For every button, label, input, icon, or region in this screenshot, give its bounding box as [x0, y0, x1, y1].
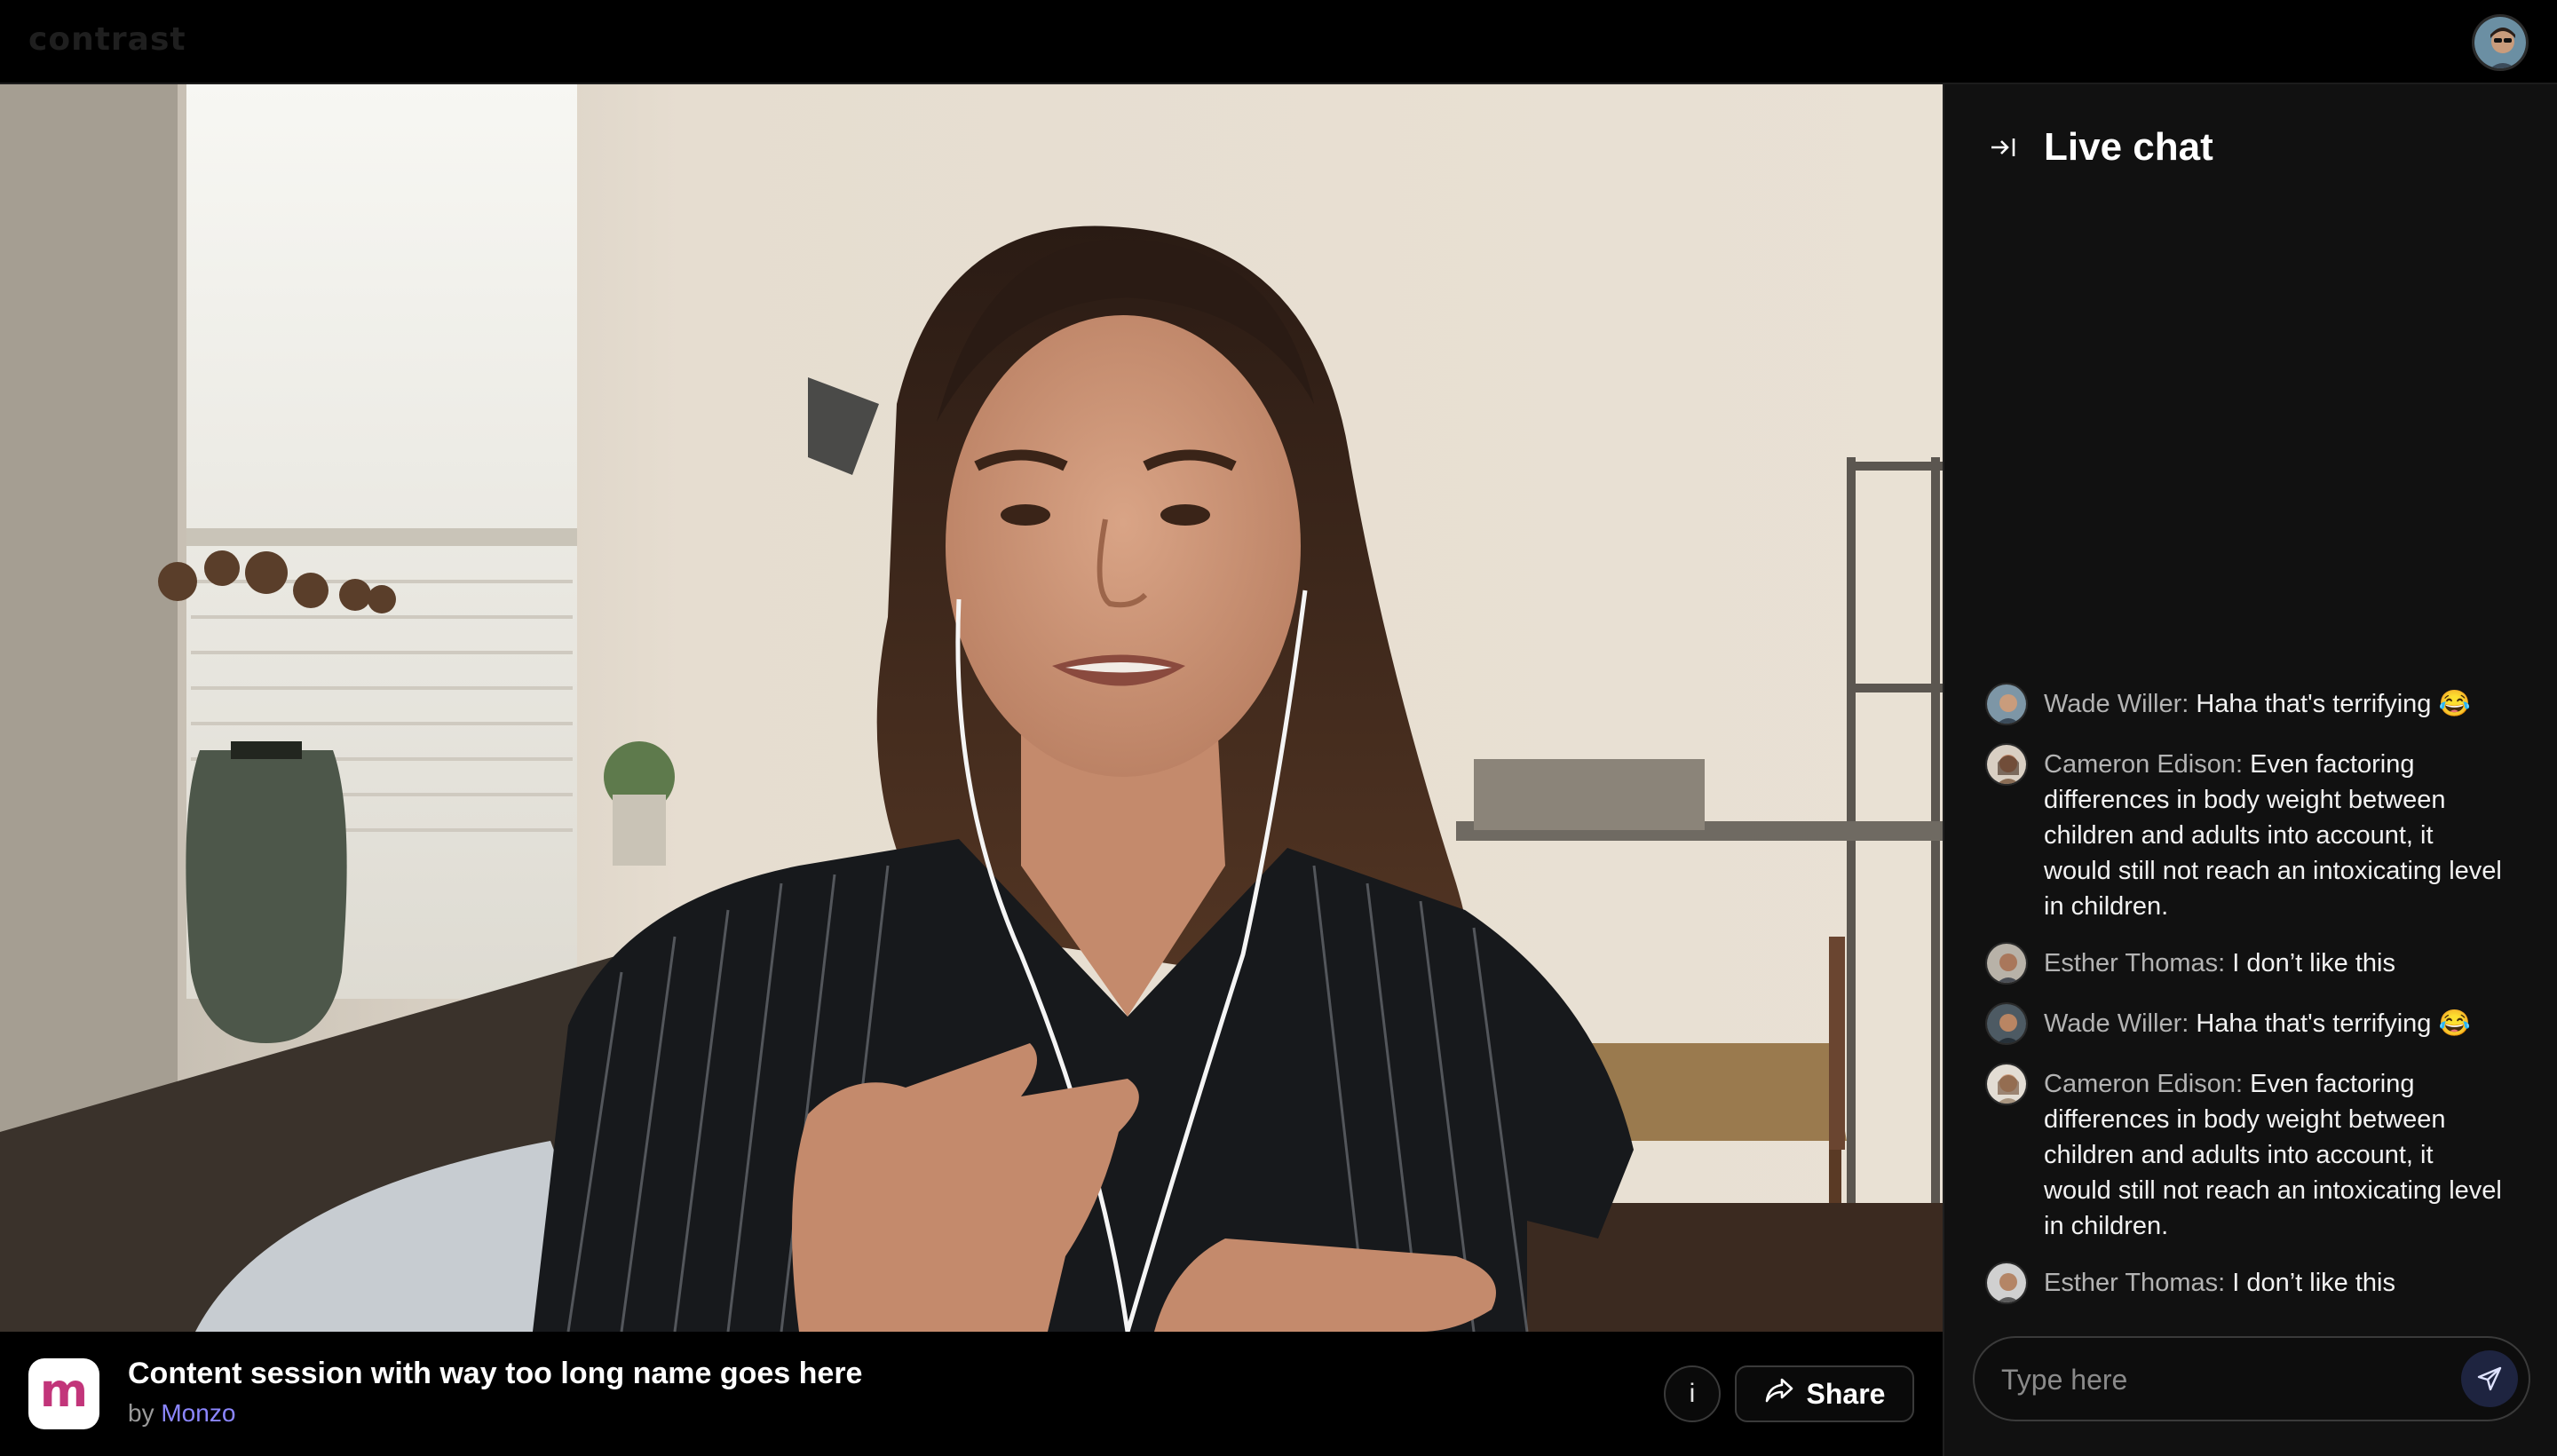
message-text: I don’t like this — [2232, 1269, 2395, 1297]
chat-composer — [1973, 1336, 2530, 1421]
message-author: Cameron Edison: — [2044, 1070, 2244, 1098]
chat-title: Live chat — [2044, 125, 2213, 169]
session-title: Content session with way too long name g… — [128, 1357, 863, 1390]
message-avatar — [1985, 743, 2028, 786]
message-author: Wade Willer: — [2044, 1009, 2189, 1038]
chat-message: Cameron Edison: Even factoring differenc… — [1985, 1063, 2518, 1244]
message-avatar — [1985, 1063, 2028, 1105]
message-author: Wade Willer: — [2044, 690, 2189, 718]
chat-message: Wade Willer: Haha that's terrifying 😂 — [1985, 683, 2518, 725]
chat-message: Cameron Edison: Even factoring differenc… — [1985, 743, 2518, 924]
message-author: Esther Thomas: — [2044, 1269, 2226, 1297]
message-avatar — [1985, 683, 2028, 725]
video-player[interactable] — [0, 84, 1943, 1332]
organizer-logo-letter: m — [39, 1365, 89, 1418]
share-button[interactable]: Share — [1735, 1365, 1914, 1422]
info-button[interactable]: i — [1664, 1365, 1721, 1422]
chat-messages: Wade Willer: Haha that's terrifying 😂 Ca… — [1985, 683, 2518, 1325]
session-organizer: by Monzo — [128, 1399, 235, 1428]
collapse-panel-icon[interactable] — [1989, 133, 2017, 162]
message-text: Haha that's terrifying 😂 — [2196, 690, 2471, 718]
user-avatar[interactable] — [2472, 14, 2529, 71]
app-logo[interactable]: contrast — [28, 21, 186, 58]
message-author: Esther Thomas: — [2044, 949, 2226, 977]
send-button[interactable] — [2461, 1350, 2518, 1407]
chat-message: Esther Thomas: I don’t like this — [1985, 1262, 2518, 1304]
session-info-bar: m Content session with way too long name… — [0, 1332, 1943, 1456]
top-bar: contrast — [0, 0, 2557, 84]
by-prefix: by — [128, 1399, 154, 1427]
chat-message: Esther Thomas: I don’t like this — [1985, 942, 2518, 985]
message-text: Haha that's terrifying 😂 — [2196, 1009, 2471, 1038]
organizer-link[interactable]: Monzo — [161, 1399, 235, 1427]
message-text: I don’t like this — [2232, 949, 2395, 977]
info-icon: i — [1689, 1379, 1696, 1408]
organizer-logo[interactable]: m — [28, 1358, 99, 1429]
message-avatar — [1985, 942, 2028, 985]
message-avatar — [1985, 1002, 2028, 1045]
chat-header: Live chat — [1989, 125, 2213, 170]
video-frame — [0, 84, 1943, 1332]
send-icon — [2477, 1366, 2502, 1391]
chat-input[interactable] — [2001, 1356, 2445, 1404]
chat-message: Wade Willer: Haha that's terrifying 😂 — [1985, 1002, 2518, 1045]
share-label: Share — [1806, 1377, 1886, 1410]
message-author: Cameron Edison: — [2044, 750, 2244, 779]
live-chat-panel: Live chat Wade Willer: Haha that's terri… — [1943, 84, 2557, 1456]
message-avatar — [1985, 1262, 2028, 1304]
share-icon — [1764, 1377, 1794, 1411]
